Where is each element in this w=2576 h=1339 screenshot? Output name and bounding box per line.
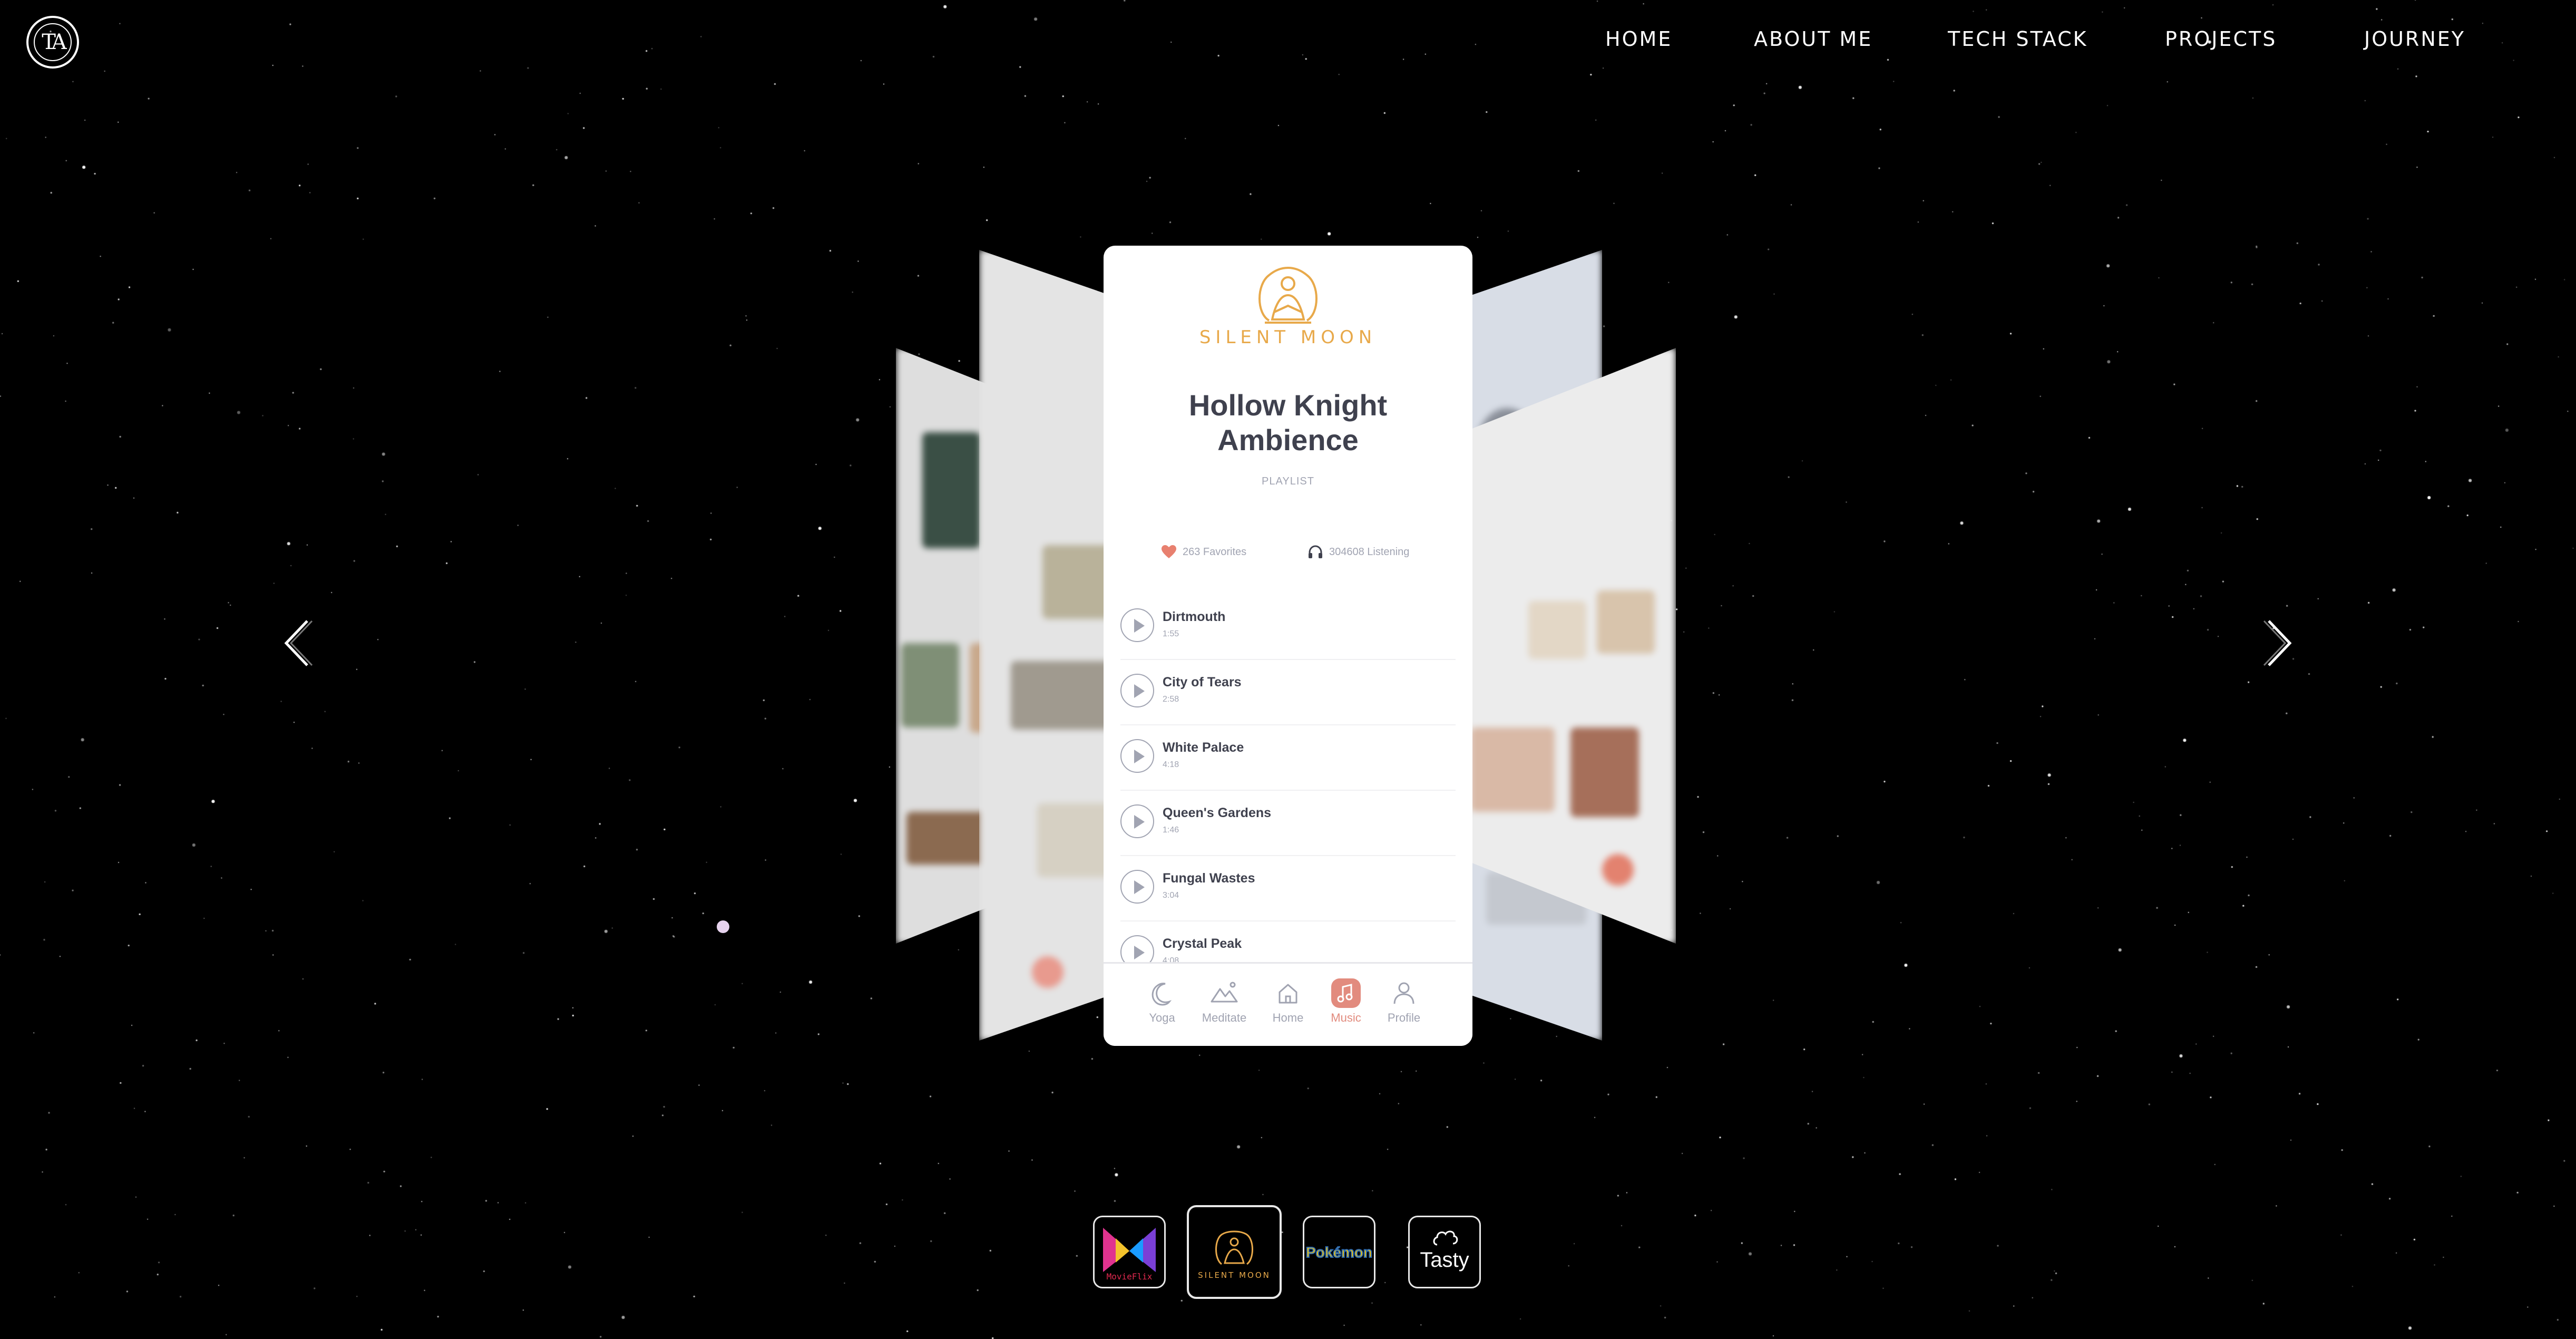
nav-journey[interactable]: JOURNEY [2364, 27, 2465, 51]
nav-projects[interactable]: PROJECTS [2165, 27, 2277, 51]
track-duration: 3:04 [1163, 891, 1179, 900]
thumbnail-label: SILENT MOON [1198, 1270, 1271, 1280]
moon-icon [1152, 983, 1172, 1006]
profile-icon [1393, 982, 1414, 1004]
mountain-icon [1211, 982, 1238, 1003]
top-nav: HOME ABOUT ME TECH STACK PROJECTS JOURNE… [0, 27, 2576, 59]
thumbnail-label: MovieFlix [1107, 1272, 1153, 1282]
thumbnail-silent-moon[interactable]: SILENT MOON [1187, 1205, 1282, 1299]
track-duration: 1:55 [1163, 629, 1179, 638]
track-duration: 4:18 [1163, 760, 1179, 769]
nav-home[interactable]: HOME [1605, 27, 1672, 51]
tab-label: Home [1272, 1011, 1304, 1024]
thumbnail-label: Pokémon [1306, 1244, 1372, 1260]
track-duration: 1:46 [1163, 826, 1179, 835]
track-row[interactable]: Queen's Gardens 1:46 [1120, 790, 1456, 856]
movieflix-logo-icon: MovieFlix [1103, 1228, 1156, 1282]
music-icon [1331, 978, 1361, 1008]
nav-about-me[interactable]: ABOUT ME [1754, 27, 1872, 51]
track-name: White Palace [1163, 740, 1244, 755]
home-icon [1279, 984, 1297, 1004]
tab-label: Music [1331, 1011, 1361, 1024]
tab-profile[interactable]: Profile [1375, 977, 1433, 1025]
track-name: Fungal Wastes [1163, 871, 1255, 886]
listening-count: 304608 Listening [1329, 546, 1410, 558]
thumbnail-label: Tasty [1420, 1248, 1469, 1272]
carousel-next-arrow-icon[interactable] [2261, 617, 2298, 670]
track-name: City of Tears [1163, 675, 1242, 690]
track-row[interactable]: White Palace 4:18 [1120, 724, 1456, 791]
tab-home[interactable]: Home [1259, 977, 1317, 1025]
carousel-card-back-right-far[interactable] [1465, 348, 1676, 944]
carousel-card-back-left[interactable] [979, 250, 1116, 1041]
silent-moon-logo-icon [1258, 266, 1318, 324]
playlist-title: Hollow Knight Ambience [1188, 389, 1388, 457]
play-button[interactable] [1120, 870, 1154, 904]
favorites-count: 263 Favorites [1183, 546, 1247, 558]
thumbnail-tasty[interactable]: Tasty [1408, 1216, 1481, 1288]
bottom-tab-bar: Yoga Meditate Home Music Profile [1104, 962, 1472, 1046]
carousel-prev-arrow-icon[interactable] [278, 617, 315, 670]
silent-moon-thumb-icon: SILENT MOON [1198, 1230, 1271, 1280]
brand-wordmark: SILENT MOON [1199, 327, 1377, 348]
heart-icon [1162, 545, 1176, 558]
track-duration: 2:58 [1163, 695, 1179, 704]
track-row[interactable]: Dirtmouth 1:55 [1120, 594, 1456, 660]
tab-yoga[interactable]: Yoga [1133, 977, 1191, 1025]
active-project-card[interactable]: SILENT MOON Hollow Knight Ambience PLAYL… [1104, 246, 1472, 1046]
track-name: Dirtmouth [1163, 609, 1226, 624]
play-button[interactable] [1120, 804, 1154, 838]
tab-label: Yoga [1149, 1011, 1175, 1024]
track-name: Queen's Gardens [1163, 806, 1272, 820]
listening-stat: 304608 Listening [1308, 545, 1409, 559]
nav-tech-stack[interactable]: TECH STACK [1948, 27, 2088, 51]
track-row[interactable]: Fungal Wastes 3:04 [1120, 855, 1456, 921]
play-button[interactable] [1120, 739, 1154, 773]
headphones-icon [1309, 545, 1322, 558]
favorites-stat: 263 Favorites [1162, 545, 1246, 559]
track-row[interactable]: City of Tears 2:58 [1120, 659, 1456, 725]
pokemon-logo-icon: Pokémon [1305, 1244, 1373, 1261]
tab-label: Profile [1387, 1011, 1421, 1024]
thumbnail-movieflix[interactable]: MovieFlix [1093, 1216, 1166, 1288]
playlist-label: PLAYLIST [1262, 476, 1314, 487]
play-button[interactable] [1120, 608, 1154, 642]
floating-planet-dot [717, 920, 729, 933]
track-name: Crystal Peak [1163, 936, 1242, 951]
play-button[interactable] [1120, 674, 1154, 707]
tasty-logo-icon: Tasty [1420, 1230, 1469, 1272]
tab-label: Meditate [1202, 1011, 1247, 1024]
tab-meditate[interactable]: Meditate [1195, 977, 1253, 1025]
thumbnail-pokemon[interactable]: Pokémon [1303, 1216, 1375, 1288]
tab-music[interactable]: Music [1317, 977, 1375, 1025]
